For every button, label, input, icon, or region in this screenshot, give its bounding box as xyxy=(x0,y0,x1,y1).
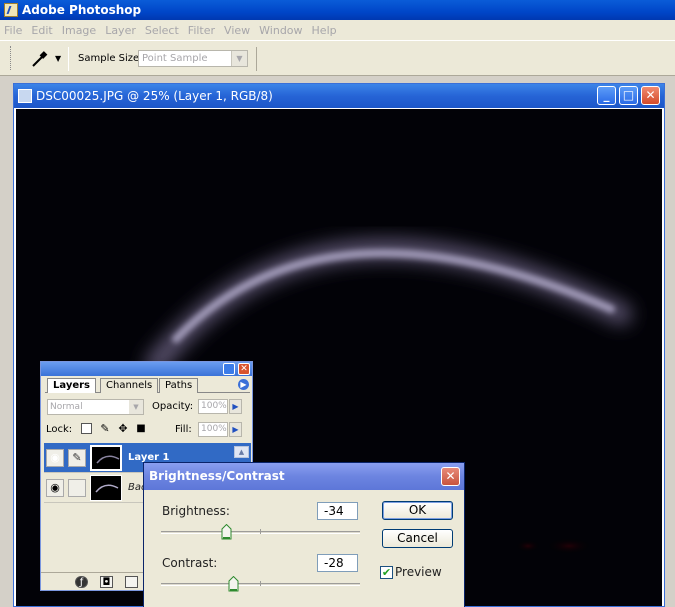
menu-bar: File Edit Image Layer Select Filter View… xyxy=(0,20,675,40)
opacity-slider-arrow-icon[interactable]: ▶ xyxy=(229,399,242,414)
eyedropper-icon[interactable] xyxy=(28,49,50,69)
preview-checkbox[interactable]: ✔ xyxy=(380,566,393,579)
new-group-folder-icon[interactable] xyxy=(125,576,138,588)
visibility-eye-icon[interactable]: ◉ xyxy=(46,479,64,497)
chevron-down-icon[interactable]: ▼ xyxy=(231,51,247,66)
maximize-button[interactable]: □ xyxy=(619,86,638,105)
lock-row: Lock: ✎ ✥ ■ Fill: 100% ▶ xyxy=(46,422,246,438)
toolbar-grip[interactable] xyxy=(10,46,13,70)
app-title-bar: Adobe Photoshop xyxy=(0,0,675,20)
divider xyxy=(68,47,69,71)
layers-palette-title-bar[interactable]: ✕ xyxy=(41,362,252,376)
brightness-input[interactable]: -34 xyxy=(317,502,358,520)
layer-mask-icon[interactable]: ◘ xyxy=(100,576,113,588)
chevron-down-icon[interactable]: ▼ xyxy=(129,400,143,414)
lock-image-brush-icon[interactable]: ✎ xyxy=(99,423,111,435)
sample-size-select[interactable]: Point Sample ▼ xyxy=(138,50,248,67)
document-title: DSC00025.JPG @ 25% (Layer 1, RGB/8) xyxy=(36,89,273,103)
link-empty-slot[interactable] xyxy=(68,479,86,497)
ok-button[interactable]: OK xyxy=(382,501,453,520)
tab-layers[interactable]: Layers xyxy=(47,378,96,393)
blend-mode-select[interactable]: Normal ▼ xyxy=(47,399,144,415)
dialog-title-bar[interactable]: Brightness/Contrast ✕ xyxy=(144,463,464,490)
menu-edit[interactable]: Edit xyxy=(31,24,52,37)
brush-icon[interactable]: ✎ xyxy=(68,449,86,467)
menu-window[interactable]: Window xyxy=(259,24,302,37)
layer-thumbnail xyxy=(90,475,122,501)
contrast-slider-thumb[interactable] xyxy=(228,575,239,592)
lock-label: Lock: xyxy=(46,424,73,435)
lock-all-icon[interactable]: ■ xyxy=(135,423,147,435)
divider xyxy=(256,47,257,71)
lock-transparency-icon[interactable] xyxy=(81,423,92,434)
tool-preset-arrow-icon[interactable]: ▼ xyxy=(55,54,61,63)
fill-input[interactable]: 100% xyxy=(198,422,228,437)
sample-size-label: Sample Size: xyxy=(78,53,143,64)
dialog-title: Brightness/Contrast xyxy=(149,469,285,483)
layer-style-icon[interactable]: ƒ xyxy=(75,576,88,588)
slider-center-tick xyxy=(260,581,261,586)
document-title-bar[interactable]: DSC00025.JPG @ 25% (Layer 1, RGB/8) _ □ … xyxy=(14,84,664,108)
palette-close-button[interactable]: ✕ xyxy=(238,363,250,375)
opacity-label: Opacity: xyxy=(152,401,194,412)
menu-view[interactable]: View xyxy=(224,24,250,37)
options-bar: ▼ Sample Size: Point Sample ▼ xyxy=(0,40,675,76)
fill-label: Fill: xyxy=(175,424,192,435)
menu-layer[interactable]: Layer xyxy=(105,24,136,37)
contrast-label: Contrast: xyxy=(162,556,218,570)
maximize-icon: □ xyxy=(622,88,635,102)
brightness-contrast-dialog: Brightness/Contrast ✕ Brightness: -34 Co… xyxy=(143,462,465,607)
palette-minimize-button[interactable] xyxy=(223,363,235,375)
blend-opacity-row: Normal ▼ Opacity: 100% ▶ xyxy=(47,399,247,415)
menu-help[interactable]: Help xyxy=(312,24,337,37)
brightness-label: Brightness: xyxy=(162,504,230,518)
tab-channels[interactable]: Channels xyxy=(100,378,159,393)
layer-thumbnail xyxy=(90,445,122,471)
opacity-input[interactable]: 100% xyxy=(198,399,228,414)
dialog-close-button[interactable]: ✕ xyxy=(441,467,460,486)
cancel-button[interactable]: Cancel xyxy=(382,529,453,548)
minimize-icon: _ xyxy=(603,88,610,102)
menu-select[interactable]: Select xyxy=(145,24,179,37)
document-icon xyxy=(18,89,32,103)
minimize-button[interactable]: _ xyxy=(597,86,616,105)
menu-image[interactable]: Image xyxy=(62,24,96,37)
sample-size-value: Point Sample xyxy=(142,53,208,64)
lock-position-move-icon[interactable]: ✥ xyxy=(117,423,129,435)
contrast-input[interactable]: -28 xyxy=(317,554,358,572)
visibility-eye-icon[interactable]: ◉ xyxy=(46,449,64,467)
palette-tabs: Layers Channels Paths xyxy=(45,378,250,393)
fill-slider-arrow-icon[interactable]: ▶ xyxy=(229,422,242,437)
menu-file[interactable]: File xyxy=(4,24,22,37)
close-icon: ✕ xyxy=(645,88,656,102)
photoshop-icon xyxy=(4,3,18,17)
menu-filter[interactable]: Filter xyxy=(188,24,215,37)
scroll-up-icon[interactable]: ▲ xyxy=(234,446,249,458)
preview-label: Preview xyxy=(395,565,442,579)
blend-mode-value: Normal xyxy=(50,402,83,412)
palette-menu-icon[interactable]: ▶ xyxy=(238,379,249,390)
close-button[interactable]: ✕ xyxy=(641,86,660,105)
app-title: Adobe Photoshop xyxy=(22,3,142,17)
tab-paths[interactable]: Paths xyxy=(159,378,199,393)
slider-center-tick xyxy=(260,529,261,534)
brightness-slider-thumb[interactable] xyxy=(221,523,232,540)
